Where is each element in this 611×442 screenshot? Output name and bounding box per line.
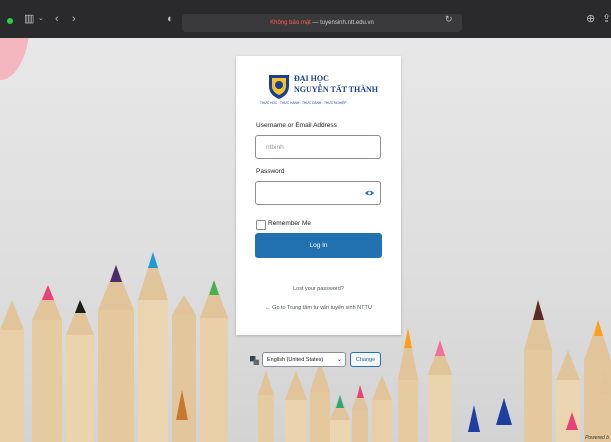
university-logo[interactable]: ĐẠI HỌC NGUYỄN TẤT THÀNH THỰC HỌC · THỰC…: [260, 72, 380, 112]
login-card: ĐẠI HỌC NGUYỄN TẤT THÀNH THỰC HỌC · THỰC…: [236, 56, 401, 335]
back-icon[interactable]: ‹: [55, 12, 59, 26]
shield-logo-icon: [269, 75, 289, 99]
username-input[interactable]: ntbinh: [255, 135, 381, 159]
address-bar[interactable]: Không bảo mật — tuyensinh.ntt.edu.vn: [182, 14, 462, 32]
window-zoom-dot[interactable]: [7, 18, 13, 24]
lost-password-link[interactable]: Lost your password?: [236, 286, 401, 292]
logo-line2: NGUYỄN TẤT THÀNH: [294, 85, 379, 94]
password-input[interactable]: [255, 181, 381, 205]
shield-icon[interactable]: ◐: [167, 12, 174, 26]
password-label: Password: [256, 168, 285, 175]
username-value: ntbinh: [266, 144, 284, 151]
download-icon[interactable]: ⊕: [586, 12, 595, 26]
powered-by-text: Powered b: [585, 435, 609, 441]
sidebar-icon[interactable]: ▥: [24, 12, 34, 26]
browser-toolbar: ▥ ⌄ ‹ › ◐ Không bảo mật — tuyensinh.ntt.…: [0, 0, 611, 38]
back-to-site-link[interactable]: ← Go to Trung tâm tư vấn tuyển sinh NTTU: [256, 304, 381, 312]
url-text: — tuyensinh.ntt.edu.vn: [312, 20, 374, 26]
remember-label[interactable]: Remember Me: [268, 220, 311, 227]
username-label: Username or Email Address: [256, 122, 337, 129]
reload-icon[interactable]: ↻: [445, 12, 453, 26]
login-button[interactable]: Log In: [255, 233, 382, 258]
language-select[interactable]: English (United States) ⌄: [262, 352, 346, 367]
insecure-warning: Không bảo mật: [270, 20, 311, 26]
logo-line1: ĐẠI HỌC: [294, 74, 329, 83]
translate-icon: [250, 356, 259, 365]
chevron-down-icon[interactable]: ⌄: [38, 12, 44, 26]
share-icon[interactable]: ⇪: [602, 12, 611, 26]
forward-icon[interactable]: ›: [72, 12, 76, 26]
chevron-down-icon: ⌄: [336, 357, 342, 363]
change-language-button[interactable]: Change: [350, 352, 381, 367]
remember-checkbox[interactable]: [256, 220, 266, 230]
language-selected: English (United States): [267, 357, 324, 363]
eye-icon[interactable]: [365, 189, 374, 197]
logo-tagline: THỰC HỌC · THỰC HÀNH · THỰC DANH · THỰC …: [260, 101, 347, 105]
